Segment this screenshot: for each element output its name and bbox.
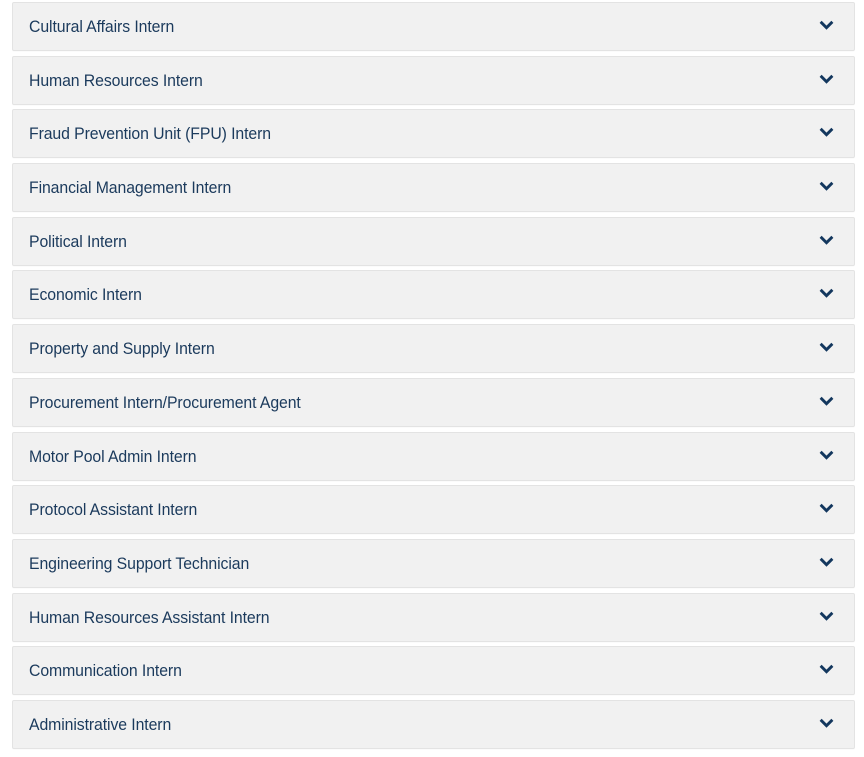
chevron-down-icon[interactable] xyxy=(815,338,837,360)
accordion-item[interactable]: Cultural Affairs Intern xyxy=(12,2,855,51)
chevron-down-icon[interactable] xyxy=(815,69,837,91)
accordion-item[interactable]: Political Intern xyxy=(12,216,855,266)
accordion-item-title: Motor Pool Admin Intern xyxy=(29,446,197,466)
accordion-item[interactable]: Economic Intern xyxy=(12,270,855,320)
accordion-list: Cultural Affairs Intern Human Resources I… xyxy=(0,0,864,749)
accordion-item-title: Fraud Prevention Unit (FPU) Intern xyxy=(29,124,271,144)
chevron-down-icon[interactable] xyxy=(815,16,837,38)
accordion-item[interactable]: Motor Pool Admin Intern xyxy=(12,431,855,481)
chevron-down-icon[interactable] xyxy=(815,606,837,628)
accordion-item-title: Economic Intern xyxy=(29,285,142,305)
chevron-down-icon[interactable] xyxy=(815,445,837,467)
chevron-down-icon[interactable] xyxy=(815,713,837,735)
accordion-item-title: Procurement Intern/Procurement Agent xyxy=(29,392,301,412)
chevron-down-icon[interactable] xyxy=(815,499,837,521)
accordion-item-title: Financial Management Intern xyxy=(29,178,232,198)
accordion-item[interactable]: Human Resources Assistant Intern xyxy=(12,592,855,642)
accordion-item-title: Engineering Support Technician xyxy=(29,553,250,573)
accordion-item-title: Property and Supply Intern xyxy=(29,339,215,359)
accordion-item-title: Administrative Intern xyxy=(29,714,172,734)
accordion-item-title: Cultural Affairs Intern xyxy=(29,17,175,36)
accordion-item[interactable]: Procurement Intern/Procurement Agent xyxy=(12,377,855,427)
chevron-down-icon[interactable] xyxy=(815,230,837,252)
chevron-down-icon[interactable] xyxy=(815,552,837,574)
accordion-item[interactable]: Fraud Prevention Unit (FPU) Intern xyxy=(12,109,855,159)
accordion-item[interactable]: Administrative Intern xyxy=(12,699,855,749)
accordion-item-title: Political Intern xyxy=(29,231,127,251)
accordion-item[interactable]: Protocol Assistant Intern xyxy=(12,485,855,535)
chevron-down-icon[interactable] xyxy=(815,123,837,145)
chevron-down-icon[interactable] xyxy=(815,284,837,306)
accordion-item[interactable]: Communication Intern xyxy=(12,646,855,696)
accordion-item[interactable]: Property and Supply Intern xyxy=(12,324,855,374)
accordion-item[interactable]: Engineering Support Technician xyxy=(12,538,855,588)
chevron-down-icon[interactable] xyxy=(815,177,837,199)
accordion-item-title: Protocol Assistant Intern xyxy=(29,500,198,520)
accordion-item[interactable]: Financial Management Intern xyxy=(12,163,855,213)
accordion-item-title: Human Resources Intern xyxy=(29,70,203,90)
accordion-item-title: Communication Intern xyxy=(29,661,182,681)
accordion-item-title: Human Resources Assistant Intern xyxy=(29,607,270,627)
accordion-item[interactable]: Human Resources Intern xyxy=(12,55,855,105)
chevron-down-icon[interactable] xyxy=(815,391,837,413)
chevron-down-icon[interactable] xyxy=(815,660,837,682)
